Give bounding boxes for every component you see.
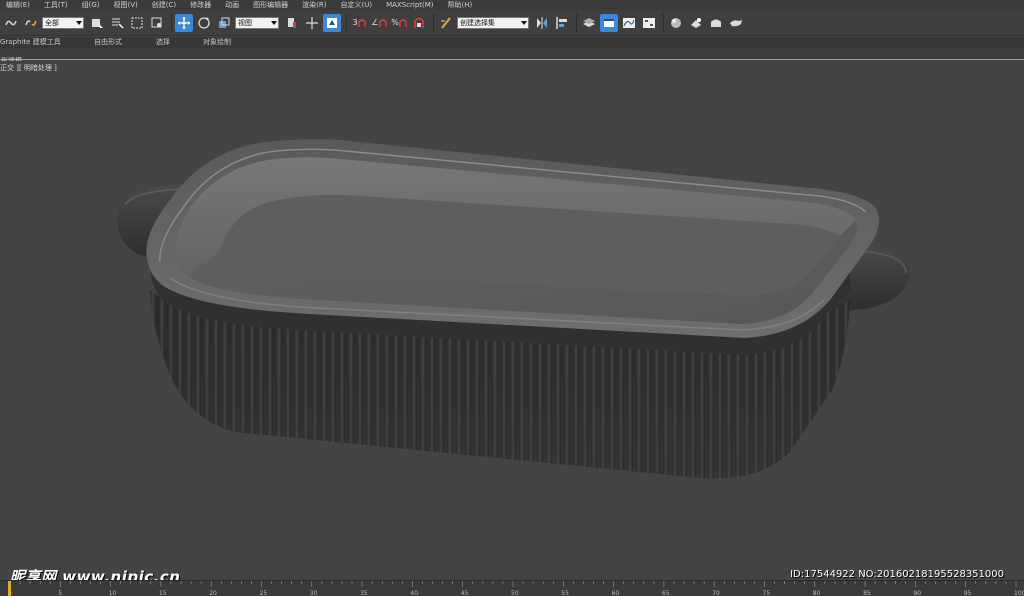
selection-filter-value: 全部 — [45, 18, 59, 27]
timeline-ruler[interactable]: 0510152025303540455055606570758085909510… — [0, 581, 1024, 596]
snap-toggle-icon[interactable]: 3 — [350, 14, 368, 32]
timeline-tick-label: 45 — [461, 590, 469, 596]
timeline-tick-label: 75 — [763, 590, 771, 596]
wall-rib — [843, 290, 849, 479]
timeline-tick-label: 100 — [1014, 590, 1024, 596]
menu-help[interactable]: 帮助(H) — [448, 0, 473, 10]
chevron-down-icon — [521, 20, 527, 25]
percent-snap-icon[interactable]: % — [390, 14, 408, 32]
timeline-tick-label: 50 — [511, 590, 519, 596]
menu-modifiers[interactable]: 修改器 — [190, 0, 211, 10]
window-crossing-icon[interactable] — [148, 14, 166, 32]
wall-rib — [168, 290, 174, 479]
menu-group[interactable]: 组(G) — [82, 0, 100, 10]
timeline-tick-label: 15 — [159, 590, 167, 596]
graphite-toggle-icon[interactable] — [600, 13, 618, 32]
timeline-tick-label: 60 — [612, 590, 620, 596]
menu-tools[interactable]: 工具(T) — [44, 0, 68, 10]
timeline-tick-label: 85 — [863, 590, 871, 596]
render-production-icon[interactable] — [727, 14, 745, 32]
menu-edit[interactable]: 编辑(E) — [6, 0, 30, 10]
ribbon-panel: 形建模 — [0, 48, 1024, 65]
link-icon[interactable] — [2, 14, 20, 32]
named-selection-placeholder: 创建选择集 — [460, 18, 495, 27]
max-window: 编辑(E) 工具(T) 组(G) 视图(V) 创建(C) 修改器 动画 图形编辑… — [0, 0, 1024, 596]
rotate-icon[interactable] — [195, 14, 213, 32]
layer-manager-icon[interactable] — [580, 14, 598, 32]
main-toolbar: 全部 视图 3 ∠ % 创建选择集 — [0, 10, 1024, 36]
menu-graph-editors[interactable]: 图形编辑器 — [253, 0, 288, 10]
wall-rib — [834, 290, 840, 479]
menu-rendering[interactable]: 渲染(R) — [302, 0, 326, 10]
toolbar-separator — [576, 13, 577, 32]
align-icon[interactable] — [553, 14, 571, 32]
menu-bar: 编辑(E) 工具(T) 组(G) 视图(V) 创建(C) 修改器 动画 图形编辑… — [0, 0, 1024, 10]
curve-editor-icon[interactable] — [620, 14, 638, 32]
reference-coord-value: 视图 — [238, 18, 252, 27]
timeline-tick-label: 25 — [260, 590, 268, 596]
timeline-tick-label: 95 — [964, 590, 972, 596]
angle-snap-icon[interactable]: ∠ — [370, 14, 388, 32]
unlink-icon[interactable] — [22, 14, 40, 32]
timeline-tick-label: 30 — [310, 590, 318, 596]
ribbon-options-icon[interactable] — [261, 40, 273, 54]
graphite-ribbon: Graphite 建模工具 自由形式 选择 对象绘制 — [0, 37, 1024, 54]
scale-icon[interactable] — [215, 14, 233, 32]
percent-snap-label: % — [391, 18, 399, 27]
tab-object-paint[interactable]: 对象绘制 — [203, 37, 261, 48]
select-object-icon[interactable] — [88, 14, 106, 32]
spinner-snap-icon[interactable] — [410, 14, 428, 32]
wall-rib — [150, 290, 156, 479]
menu-create[interactable]: 创建(C) — [152, 0, 176, 10]
timeline-tick-label: 5 — [58, 590, 62, 596]
time-slider[interactable]: 0510152025303540455055606570758085909510… — [0, 580, 1024, 596]
timeline-tick-label: 10 — [109, 590, 117, 596]
reference-coord-dropdown[interactable]: 视图 — [235, 16, 279, 29]
chevron-down-icon — [271, 20, 277, 25]
tab-graphite-modeling[interactable]: Graphite 建模工具 — [0, 37, 94, 48]
menu-animation[interactable]: 动画 — [225, 0, 239, 10]
toolbar-separator — [171, 13, 172, 32]
keyboard-shortcut-override-icon[interactable] — [323, 13, 341, 32]
chevron-down-icon — [76, 20, 82, 25]
timeline-tick-label: 70 — [712, 590, 720, 596]
timeline-tick-label: 90 — [913, 590, 921, 596]
tab-freeform[interactable]: 自由形式 — [94, 37, 156, 48]
schematic-view-icon[interactable] — [640, 14, 658, 32]
baking-dish-model[interactable] — [0, 61, 1024, 570]
toolbar-separator — [663, 13, 664, 32]
timeline-tick-label: 55 — [561, 590, 569, 596]
menu-maxscript[interactable]: MAXScript(M) — [386, 0, 433, 10]
edit-named-selection-icon[interactable] — [437, 14, 455, 32]
material-editor-icon[interactable] — [667, 14, 685, 32]
mirror-icon[interactable] — [533, 14, 551, 32]
timeline-tick-label: 65 — [662, 590, 670, 596]
menu-views[interactable]: 视图(V) — [114, 0, 138, 10]
toolbar-separator — [346, 13, 347, 32]
rect-selection-icon[interactable] — [128, 14, 146, 32]
pivot-center-icon[interactable] — [283, 14, 301, 32]
timeline-tick-label: 80 — [813, 590, 821, 596]
time-slider-handle[interactable] — [8, 581, 11, 596]
move-icon[interactable] — [175, 13, 193, 32]
wall-rib — [159, 290, 165, 479]
rendered-frame-window-icon[interactable] — [707, 14, 725, 32]
timeline-tick-label: 35 — [360, 590, 368, 596]
angle-snap-label: ∠ — [371, 18, 379, 27]
select-manipulate-icon[interactable] — [303, 14, 321, 32]
toolbar-separator — [433, 13, 434, 32]
named-selection-dropdown[interactable]: 创建选择集 — [457, 16, 529, 29]
menu-customize[interactable]: 自定义(U) — [340, 0, 372, 10]
selection-filter-dropdown[interactable]: 全部 — [42, 16, 84, 29]
timeline-tick-label: 40 — [410, 590, 418, 596]
render-setup-icon[interactable] — [687, 14, 705, 32]
watermark-id: ID:17544922 NO:20160218195528351000 — [790, 569, 1004, 580]
tab-selection[interactable]: 选择 — [156, 37, 203, 48]
timeline-tick-label: 20 — [209, 590, 217, 596]
select-by-name-icon[interactable] — [108, 14, 126, 32]
wall-rib — [177, 290, 183, 479]
perspective-viewport[interactable]: 正交 ][ 明暗处理 ] — [0, 61, 1024, 570]
